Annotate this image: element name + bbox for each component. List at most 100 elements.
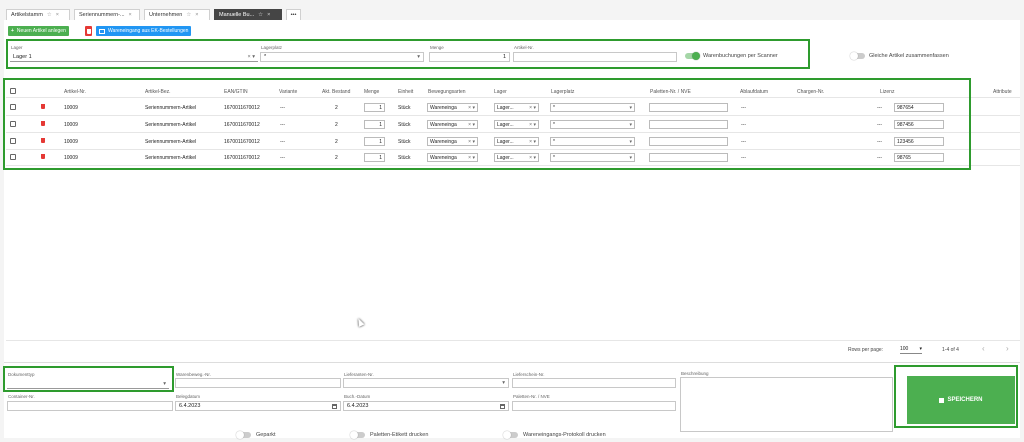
next-page-icon[interactable]: › [1006, 344, 1009, 353]
menge-input[interactable]: 1 [364, 153, 385, 162]
lieferschein-input[interactable] [512, 378, 676, 388]
header-attribute[interactable]: Attribute [993, 89, 1012, 95]
header-bewegungsarten[interactable]: Bewegungsarten [428, 89, 466, 95]
trash-icon[interactable] [41, 121, 45, 126]
clear-chevron-icon[interactable]: × ▾ [247, 54, 255, 60]
lieferanten-select[interactable]: ▾ [343, 378, 509, 388]
bewegung-select[interactable]: Wareneinga × ▾ [427, 103, 478, 112]
trash-icon[interactable] [41, 154, 45, 159]
dokumenttyp-select[interactable]: ▾ [7, 379, 169, 389]
lager-select[interactable]: Lager... × ▾ [494, 103, 539, 112]
rows-per-page-select[interactable]: 100 ▾ [900, 345, 922, 354]
header-artikel-nr[interactable]: Artikel-Nr. [64, 89, 86, 95]
belegdatum-input[interactable]: 6.4.2023 [175, 401, 341, 411]
header-variante[interactable]: Variante [279, 89, 297, 95]
protokoll-toggle[interactable] [503, 431, 518, 439]
lizenz-input[interactable]: 123456 [894, 137, 944, 146]
star-icon[interactable]: ☆ [186, 12, 191, 18]
row-checkbox[interactable] [10, 104, 16, 110]
lagerplatz-select[interactable]: * ▾ [550, 137, 635, 146]
clear-chevron-icon[interactable]: × ▾ [468, 122, 475, 128]
tab-unternehmen[interactable]: Unternehmen ☆ × [144, 9, 210, 20]
calendar-icon[interactable] [500, 403, 505, 409]
tab-artikelstamm[interactable]: Artikelstamm ☆ × [6, 9, 70, 20]
scanner-toggle[interactable] [685, 52, 700, 60]
header-lager[interactable]: Lager [494, 89, 507, 95]
palette-input[interactable] [512, 401, 676, 411]
lizenz-input[interactable]: 987456 [894, 120, 944, 129]
clear-chevron-icon[interactable]: × ▾ [529, 155, 536, 161]
clear-chevron-icon[interactable]: × ▾ [529, 105, 536, 111]
header-einheit[interactable]: Einheit [398, 89, 413, 95]
lagerplatz-select[interactable]: * ▾ [550, 153, 635, 162]
tab-seriennummern[interactable]: Seriennummern-... × [74, 9, 140, 20]
goods-receipt-button[interactable]: Wareneingang aus EK-Bestellungen [96, 26, 192, 36]
tab-more[interactable]: ••• [286, 9, 301, 20]
header-artikel-bez[interactable]: Artikel-Bez. [145, 89, 171, 95]
row-checkbox[interactable] [10, 154, 16, 160]
trash-button[interactable] [85, 26, 92, 36]
bewegung-select[interactable]: Wareneinga × ▾ [427, 120, 478, 129]
clear-chevron-icon[interactable]: × ▾ [468, 155, 475, 161]
calendar-icon[interactable] [332, 403, 337, 409]
header-paletten[interactable]: Paletten-Nr. / NVE [650, 89, 691, 95]
menge-input[interactable]: 1 [429, 52, 510, 62]
header-ean[interactable]: EAN/GTIN [224, 89, 248, 95]
header-lizenz[interactable]: Lizenz [880, 89, 894, 95]
palette-input[interactable] [649, 103, 728, 112]
lizenz-input[interactable]: 98765 [894, 153, 944, 162]
header-bestand[interactable]: Akt. Bestand [322, 89, 350, 95]
ablauf-cell: --- [741, 122, 746, 128]
menge-input[interactable]: 1 [364, 120, 385, 129]
lizenz-input[interactable]: 987654 [894, 103, 944, 112]
clear-chevron-icon[interactable]: × ▾ [468, 105, 475, 111]
clear-chevron-icon[interactable]: × ▾ [529, 122, 536, 128]
artikel-bez-cell: Seriennummern-Artikel [145, 155, 197, 161]
star-icon[interactable]: ☆ [258, 12, 263, 18]
row-checkbox[interactable] [10, 121, 16, 127]
clear-chevron-icon[interactable]: × ▾ [529, 139, 536, 145]
bewegung-select[interactable]: Wareneinga × ▾ [427, 137, 478, 146]
lager-select[interactable]: Lager... × ▾ [494, 120, 539, 129]
geparkt-toggle[interactable] [236, 431, 251, 439]
palette-input[interactable] [649, 120, 728, 129]
lager-select[interactable]: Lager 1 × ▾ [10, 52, 258, 62]
tab-manuelle-buchung[interactable]: Manuelle Bu... ☆ × [214, 9, 282, 20]
menge-input[interactable]: 1 [364, 103, 385, 112]
close-icon[interactable]: × [129, 12, 132, 18]
artikel-nr-input[interactable] [513, 52, 677, 62]
close-icon[interactable]: × [267, 12, 270, 18]
etikett-toggle[interactable] [350, 431, 365, 439]
lagerplatz-select[interactable]: * ▾ [260, 52, 424, 62]
close-icon[interactable]: × [56, 12, 59, 18]
buchdatum-input[interactable]: 6.4.2023 [343, 401, 509, 411]
lager-select[interactable]: Lager... × ▾ [494, 153, 539, 162]
save-button[interactable]: SPEICHERN [907, 376, 1015, 424]
trash-icon[interactable] [41, 104, 45, 109]
bewegung-select[interactable]: Wareneinga × ▾ [427, 153, 478, 162]
palette-input[interactable] [649, 153, 728, 162]
lager-select[interactable]: Lager... × ▾ [494, 137, 539, 146]
header-lagerplatz[interactable]: Lagerplatz [551, 89, 574, 95]
palette-input[interactable] [649, 137, 728, 146]
container-input[interactable] [7, 401, 173, 411]
merge-toggle[interactable] [850, 52, 865, 60]
header-ablaufdatum[interactable]: Ablaufdatum [740, 89, 768, 95]
header-menge[interactable]: Menge [364, 89, 379, 95]
clear-chevron-icon[interactable]: × ▾ [468, 139, 475, 145]
trash-icon[interactable] [41, 138, 45, 143]
select-all-checkbox[interactable] [10, 88, 16, 94]
menge-input[interactable]: 1 [364, 137, 385, 146]
merge-label: Gleiche Artikel zusammenfassen [869, 53, 949, 59]
buchdatum-label: Buch.-Datum [344, 394, 371, 399]
prev-page-icon[interactable]: ‹ [982, 344, 985, 353]
row-checkbox[interactable] [10, 138, 16, 144]
lagerplatz-select[interactable]: * ▾ [550, 103, 635, 112]
lagerplatz-select[interactable]: * ▾ [550, 120, 635, 129]
beschreibung-textarea[interactable] [680, 377, 893, 432]
star-icon[interactable]: ☆ [47, 12, 52, 18]
close-icon[interactable]: × [195, 12, 198, 18]
new-article-button[interactable]: + Neuen Artikel anlegen [8, 26, 69, 36]
warenbeweg-input[interactable] [175, 378, 341, 388]
header-chargen[interactable]: Chargen-Nr. [797, 89, 824, 95]
